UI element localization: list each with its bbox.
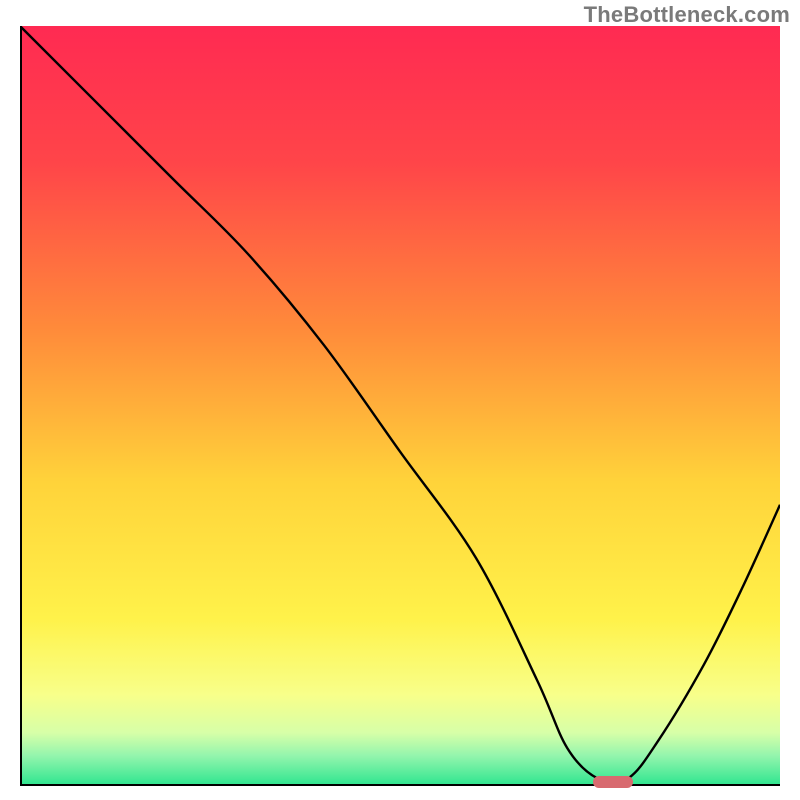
optimal-marker bbox=[593, 776, 633, 788]
watermark-text: TheBottleneck.com bbox=[584, 2, 790, 28]
chart-plot-area bbox=[20, 26, 780, 786]
chart-axes bbox=[20, 26, 780, 786]
